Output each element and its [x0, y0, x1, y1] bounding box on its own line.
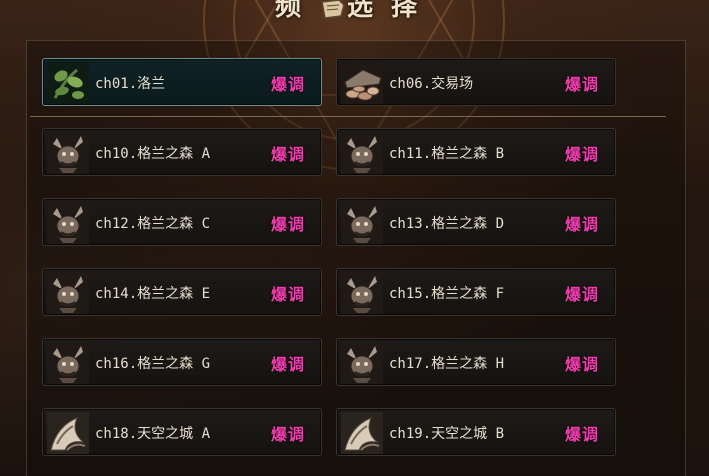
difficulty-label: 爆调	[564, 75, 599, 94]
dungeon-name: ch14.格兰之森 E	[95, 286, 211, 302]
dungeon-name: ch12.格兰之森 C	[95, 216, 211, 232]
difficulty-label: 爆调	[564, 215, 599, 234]
goblin-icon	[341, 202, 383, 244]
dungeon-name: ch01.洛兰	[95, 76, 166, 92]
dungeon-name: ch17.格兰之森 H	[389, 356, 505, 372]
sky-claw-icon	[47, 412, 89, 454]
vine-leaf-icon	[47, 62, 89, 104]
dungeon-card[interactable]: ch17.格兰之森 H 爆调	[336, 338, 616, 386]
difficulty-label: 爆调	[270, 145, 305, 164]
dungeon-name: ch16.格兰之森 G	[95, 356, 211, 372]
coin-pile-icon	[341, 62, 383, 104]
difficulty-label: 爆调	[564, 355, 599, 374]
goblin-icon	[341, 342, 383, 384]
dungeon-name: ch06.交易场	[389, 76, 474, 92]
goblin-icon	[341, 272, 383, 314]
dungeon-name: ch13.格兰之森 D	[389, 216, 505, 232]
difficulty-label: 爆调	[270, 285, 305, 304]
dungeon-card[interactable]: ch01.洛兰 爆调	[42, 58, 322, 106]
dungeon-card[interactable]: ch06.交易场 爆调	[336, 58, 616, 106]
dungeon-name: ch11.格兰之森 B	[389, 146, 505, 162]
sky-claw-icon	[341, 412, 383, 454]
goblin-icon	[47, 202, 89, 244]
dungeon-name: ch15.格兰之森 F	[389, 286, 505, 302]
difficulty-label: 爆调	[564, 425, 599, 444]
dungeon-card[interactable]: ch18.天空之城 A 爆调	[42, 408, 322, 456]
dungeon-card[interactable]: ch13.格兰之森 D 爆调	[336, 198, 616, 246]
goblin-icon	[47, 272, 89, 314]
scroll-icon	[319, 0, 347, 19]
dungeon-name: ch18.天空之城 A	[95, 426, 211, 442]
title-right: 选择	[347, 0, 436, 22]
difficulty-label: 爆调	[270, 75, 305, 94]
dungeon-name: ch19.天空之城 B	[389, 426, 505, 442]
difficulty-label: 爆调	[564, 285, 599, 304]
difficulty-label: 爆调	[270, 355, 305, 374]
goblin-icon	[341, 132, 383, 174]
difficulty-label: 爆调	[270, 425, 305, 444]
dungeon-card[interactable]: ch14.格兰之森 E 爆调	[42, 268, 322, 316]
dungeon-name: ch10.格兰之森 A	[95, 146, 211, 162]
difficulty-label: 爆调	[270, 215, 305, 234]
dungeon-card[interactable]: ch12.格兰之森 C 爆调	[42, 198, 322, 246]
dungeon-card[interactable]: ch16.格兰之森 G 爆调	[42, 338, 322, 386]
dungeon-card[interactable]: ch10.格兰之森 A 爆调	[42, 128, 322, 176]
dungeon-card[interactable]: ch19.天空之城 B 爆调	[336, 408, 616, 456]
dungeon-card[interactable]: ch15.格兰之森 F 爆调	[336, 268, 616, 316]
goblin-icon	[47, 132, 89, 174]
section-divider	[30, 116, 666, 117]
goblin-icon	[47, 342, 89, 384]
title-left: 频	[274, 0, 319, 22]
dungeon-card[interactable]: ch11.格兰之森 B 爆调	[336, 128, 616, 176]
difficulty-label: 爆调	[564, 145, 599, 164]
screen-title: 频 选择	[230, 0, 480, 22]
